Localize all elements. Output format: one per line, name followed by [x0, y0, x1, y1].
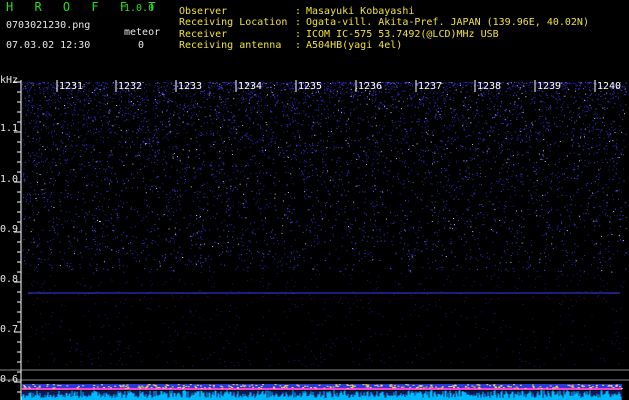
y-tick-label: 1.1 — [0, 123, 19, 134]
time-tick-label: 1239 — [537, 81, 562, 92]
spectrogram-panel — [0, 80, 629, 400]
time-tick-label: 1233 — [178, 81, 203, 92]
meteor-label: meteor — [124, 27, 161, 38]
time-tick-label: 1231 — [59, 81, 84, 92]
time-tick-label: 1232 — [118, 81, 143, 92]
antenna-separator: : — [295, 40, 302, 51]
time-tick-label: 1237 — [418, 81, 443, 92]
antenna-value: A504HB(yagi 4el) — [306, 40, 403, 51]
time-tick-label: 1234 — [238, 81, 263, 92]
observer-value: Masayuki Kobayashi — [306, 6, 415, 17]
time-tick-label: 1236 — [358, 81, 383, 92]
noise-field — [22, 82, 627, 368]
receiver-value: ICOM IC-575 53.7492(@LCD)MHz USB — [306, 29, 499, 40]
antenna-label: Receiving antenna — [179, 40, 282, 51]
observer-label: Observer — [179, 6, 228, 17]
timestamp: 07.03.02 12:30 — [6, 40, 91, 51]
location-value: Ogata-vill. Akita-Pref. JAPAN (139.96E, … — [306, 17, 589, 28]
app-version: 1.0.0 — [124, 3, 155, 14]
y-tick-label: 1.0 — [0, 174, 19, 185]
y-tick-label: 0.9 — [0, 224, 19, 235]
observer-separator: : — [295, 6, 302, 17]
time-tick-label: 1238 — [477, 81, 502, 92]
receiver-label: Receiver — [179, 29, 228, 40]
location-separator: : — [295, 17, 302, 28]
time-tick-label: 1240 — [597, 81, 622, 92]
file-name: 0703021230.png — [6, 20, 91, 31]
y-tick-label: 0.8 — [0, 274, 19, 285]
y-tick-label: 0.6 — [0, 374, 19, 385]
location-label: Receiving Location — [179, 17, 288, 28]
signal-band — [21, 384, 623, 400]
time-tick-label: 1235 — [298, 81, 323, 92]
y-tick-label: 0.7 — [0, 324, 19, 335]
receiver-separator: : — [295, 29, 302, 40]
y-axis-unit: kHz — [0, 75, 19, 86]
meteor-count: 0 — [138, 40, 145, 51]
